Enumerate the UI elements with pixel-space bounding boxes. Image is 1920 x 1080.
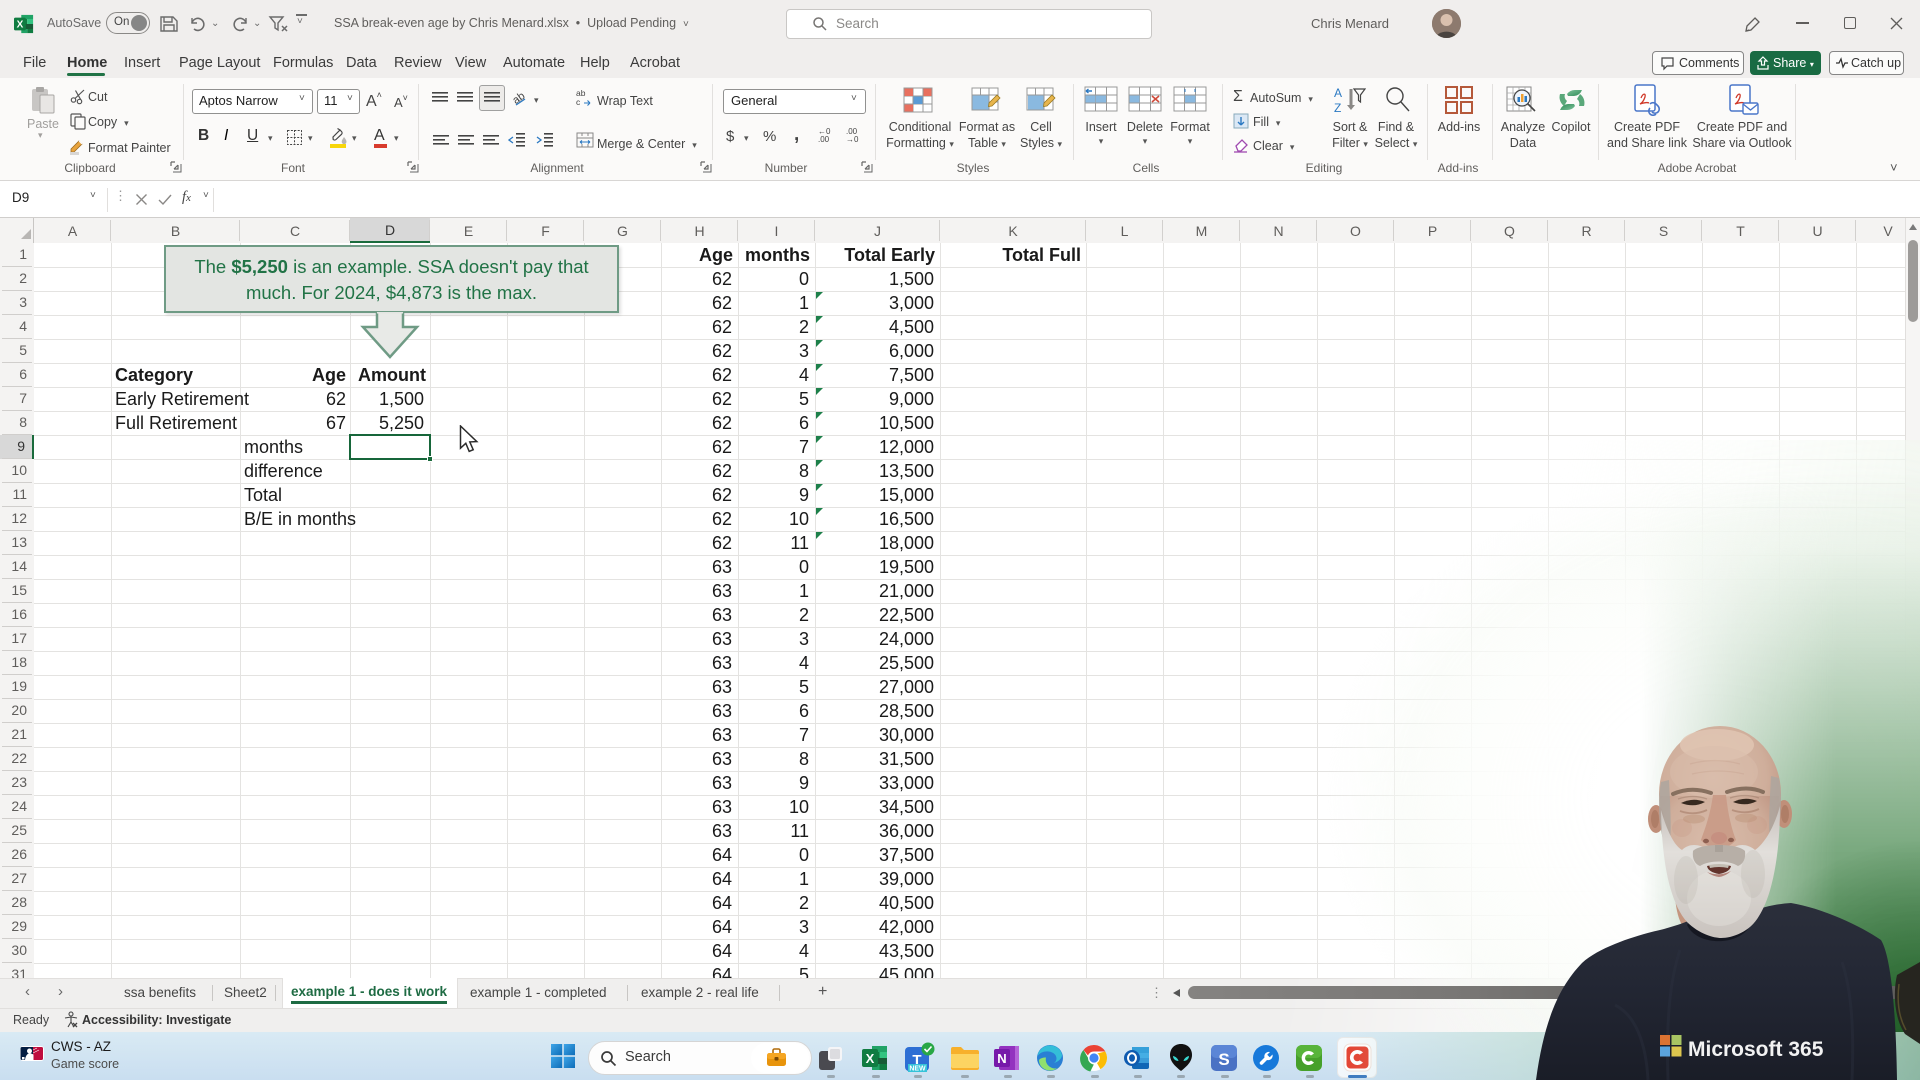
svg-text:X: X bbox=[866, 1051, 875, 1066]
svg-text:A: A bbox=[1334, 86, 1342, 100]
svg-text:Z: Z bbox=[1334, 101, 1341, 115]
svg-text:NEW: NEW bbox=[909, 1066, 926, 1073]
svg-text:Microsoft 365: Microsoft 365 bbox=[1688, 1038, 1824, 1061]
svg-text:N: N bbox=[997, 1051, 1006, 1066]
svg-text:S: S bbox=[1218, 1050, 1229, 1069]
svg-text:ab: ab bbox=[512, 90, 527, 107]
svg-text:c: c bbox=[576, 97, 581, 107]
svg-text:X: X bbox=[17, 20, 24, 31]
